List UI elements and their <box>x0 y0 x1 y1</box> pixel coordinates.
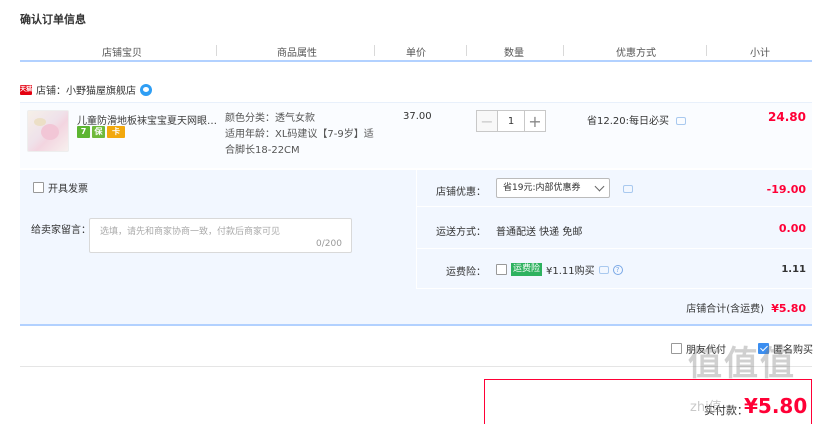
shipping-label: 运送方式： <box>436 227 486 238</box>
shop-total: 店铺合计(含运费) ¥5.80 <box>686 300 806 315</box>
card-payment-icon[interactable]: 卡 <box>107 126 125 138</box>
guarantee-icon[interactable]: 保 <box>92 126 105 138</box>
shop-coupon-select[interactable]: 省19元:内部优惠券 <box>496 178 610 198</box>
col-separator <box>563 45 564 56</box>
insurance-amount: 1.11 <box>781 264 806 275</box>
product-title-link[interactable]: 儿童防滑地板袜宝宝夏天网眼透... <box>77 112 221 127</box>
header-underline <box>20 60 812 62</box>
message-placeholder: 选填，请先和商家协商一致，付款后商家可见 <box>100 227 281 237</box>
shipping-amount: 0.00 <box>778 222 806 235</box>
col-separator <box>706 45 707 56</box>
insurance-comment-icon[interactable] <box>598 265 609 274</box>
attr-age: 适用年龄：XL码建议【7-9岁】适 <box>225 129 374 140</box>
page-title: 确认订单信息 <box>20 13 86 26</box>
col-separator <box>216 45 217 56</box>
col-shop-items: 店铺宝贝 <box>102 48 142 59</box>
insurance-label: 运费险： <box>446 267 486 278</box>
promo-text: 省12.20:每日必买 <box>587 112 687 127</box>
row-divider <box>416 206 812 207</box>
promo-label: 省12.20:每日必买 <box>587 116 669 127</box>
product-thumbnail[interactable] <box>27 110 69 152</box>
watermark-logo: 值值值 <box>688 344 796 384</box>
attr-age-cont: 合脚长18-22CM <box>225 145 300 156</box>
col-attributes: 商品属性 <box>277 48 317 59</box>
invoice-label: 开具发票 <box>48 184 88 195</box>
insurance-checkbox[interactable] <box>496 264 507 275</box>
shop-name[interactable]: 店铺：小野猫屋旗舰店 <box>36 82 136 97</box>
friend-pay-checkbox[interactable] <box>671 343 682 354</box>
quantity-stepper: − + <box>476 110 552 132</box>
invoice-option[interactable]: 开具发票 <box>33 180 88 195</box>
seven-day-return-icon[interactable]: 7 <box>77 126 90 138</box>
col-quantity: 数量 <box>504 48 524 59</box>
message-label: 给卖家留言： <box>31 225 91 236</box>
quantity-input[interactable] <box>498 110 524 132</box>
tmall-icon: 天猫 <box>20 84 33 95</box>
product-image-shape <box>41 124 59 140</box>
help-icon[interactable]: ? <box>612 264 623 275</box>
coupon-selected-value: 省19元:内部优惠券 <box>503 183 581 193</box>
insurance-badge: 运费险 <box>511 263 543 276</box>
insurance-option[interactable]: 运费险 ¥1.11购买 ? <box>496 262 623 277</box>
col-discount: 优惠方式 <box>616 48 656 59</box>
item-subtotal: 24.80 <box>768 110 806 124</box>
message-char-count: 0/200 <box>316 239 342 249</box>
shop-row: 天猫 店铺：小野猫屋旗舰店 <box>20 82 152 97</box>
increase-button[interactable]: + <box>524 110 546 132</box>
shop-total-label: 店铺合计(含运费) <box>686 304 765 315</box>
insurance-value: ¥1.11购买 <box>546 266 595 277</box>
watermark-url: zhi值 <box>690 400 722 415</box>
col-separator <box>374 45 375 56</box>
decrease-button[interactable]: − <box>476 110 498 132</box>
comment-icon[interactable] <box>676 117 687 125</box>
invoice-checkbox[interactable] <box>33 182 44 193</box>
row-divider <box>416 288 812 289</box>
attr-color: 颜色分类：透气女款 <box>225 113 315 124</box>
col-price: 单价 <box>406 48 426 59</box>
shop-coupon-amount: -19.00 <box>766 183 806 196</box>
unit-price: 37.00 <box>403 111 432 122</box>
service-icons: 7 保 卡 <box>77 126 125 138</box>
payment-amount: ¥5.80 <box>744 394 808 418</box>
shipping-value: 普通配送 快递 免邮 <box>496 227 583 238</box>
coupon-comment-icon[interactable] <box>623 185 633 193</box>
row-divider <box>416 248 812 249</box>
chevron-down-icon <box>594 181 605 192</box>
col-subtotal: 小计 <box>750 48 770 59</box>
shop-coupon-label: 店铺优惠： <box>436 187 486 198</box>
col-separator <box>466 45 467 56</box>
chat-seller-icon[interactable] <box>140 83 152 96</box>
shop-total-amount: ¥5.80 <box>771 302 806 315</box>
